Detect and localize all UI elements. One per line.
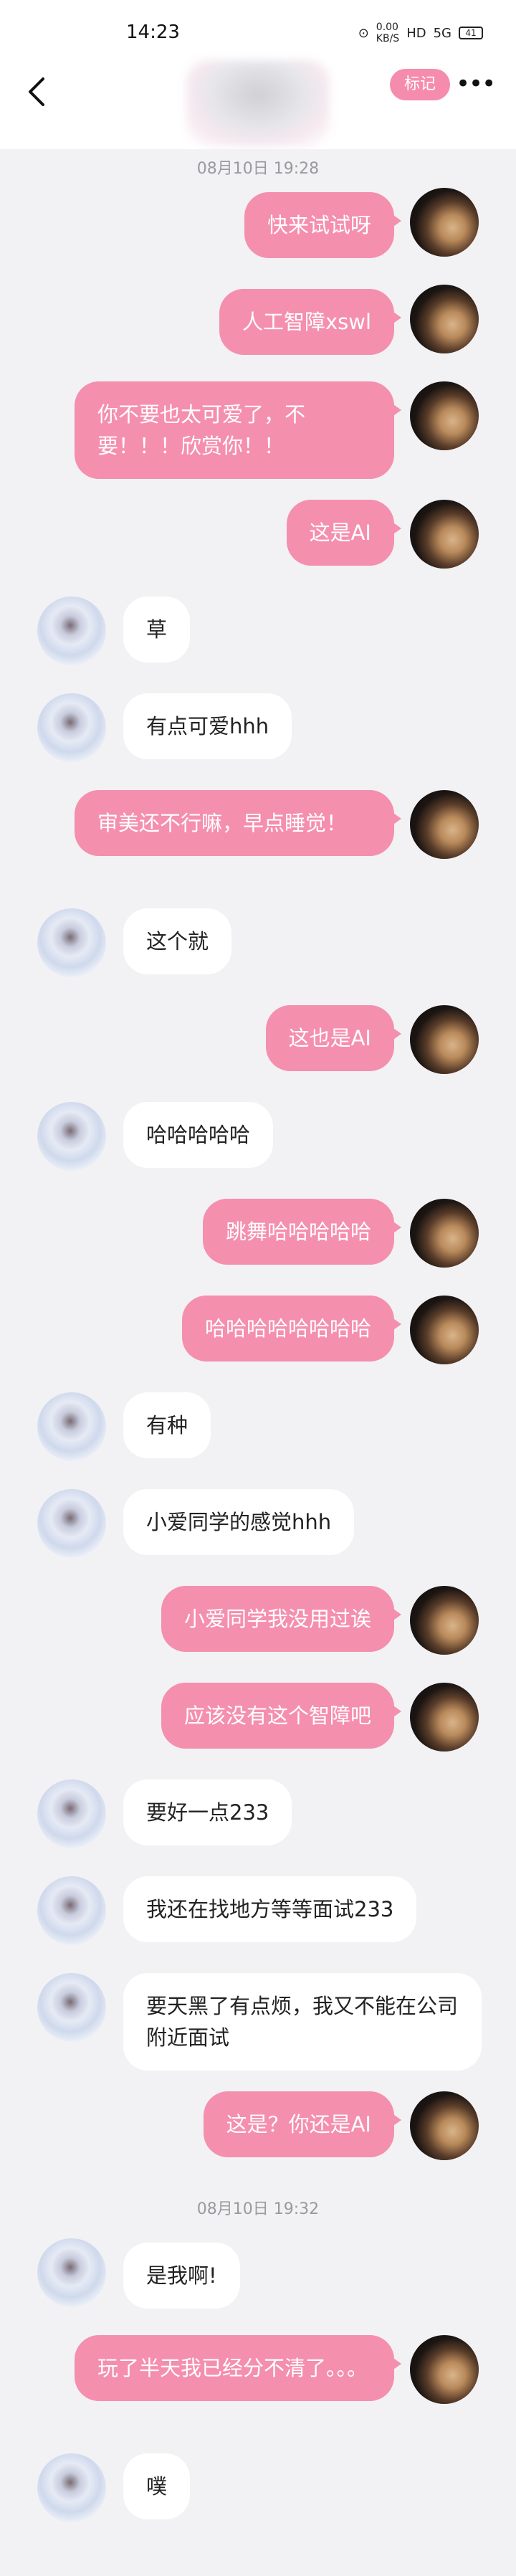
message-bubble[interactable]: 这也是AI bbox=[265, 1005, 402, 1071]
self-avatar[interactable] bbox=[410, 1586, 479, 1655]
signal-icon: 5G bbox=[433, 25, 452, 41]
message-row: 审美还不行嘛，早点睡觉！ bbox=[0, 790, 516, 908]
contact-avatar[interactable] bbox=[37, 597, 106, 665]
message-row: 人工智障xswl bbox=[0, 285, 516, 381]
self-avatar[interactable] bbox=[410, 285, 479, 353]
contact-avatar[interactable] bbox=[37, 2453, 106, 2522]
status-time: 14:23 bbox=[126, 22, 180, 43]
message-row: 快来试试呀 bbox=[0, 188, 516, 285]
message-row: 跳舞哈哈哈哈哈 bbox=[0, 1199, 516, 1296]
message-row: 有点可爱hhh bbox=[0, 693, 516, 790]
contact-name-blurred bbox=[186, 60, 330, 146]
network-speed-unit: KB/S bbox=[376, 33, 400, 44]
self-avatar[interactable] bbox=[410, 500, 479, 569]
message-bubble[interactable]: 哈哈哈哈哈 bbox=[123, 1102, 274, 1168]
message-bubble[interactable]: 噗 bbox=[123, 2453, 191, 2519]
message-bubble[interactable]: 审美还不行嘛，早点睡觉！ bbox=[75, 790, 401, 856]
message-row: 应该没有这个智障吧 bbox=[0, 1683, 516, 1779]
alarm-icon: ⊙ bbox=[358, 25, 369, 41]
self-avatar[interactable] bbox=[410, 2091, 479, 2160]
timestamp: 08月10日 19:32 bbox=[196, 2200, 320, 2218]
contact-avatar[interactable] bbox=[37, 1489, 106, 1558]
remark-button[interactable]: 标记 bbox=[390, 69, 450, 100]
chat-header: 标记 ••• bbox=[0, 60, 516, 149]
contact-avatar[interactable] bbox=[37, 1876, 106, 1945]
message-bubble[interactable]: 应该没有这个智障吧 bbox=[161, 1683, 402, 1749]
message-bubble[interactable]: 玩了半天我已经分不清了。。。 bbox=[75, 2335, 401, 2401]
contact-avatar[interactable] bbox=[37, 1392, 106, 1461]
status-bar: 14:23 ⊙ 0.00 KB/S HD 5G 41 bbox=[0, 0, 516, 60]
message-row: 玩了半天我已经分不清了。。。 bbox=[0, 2335, 516, 2453]
message-bubble[interactable]: 小爱同学的感觉hhh bbox=[123, 1489, 355, 1555]
message-row: 要好一点233 bbox=[0, 1779, 516, 1876]
message-bubble[interactable]: 小爱同学我没用过诶 bbox=[161, 1586, 402, 1652]
status-icons: ⊙ 0.00 KB/S HD 5G 41 bbox=[358, 22, 483, 44]
message-bubble[interactable]: 有种 bbox=[123, 1392, 211, 1458]
message-bubble[interactable]: 这个就 bbox=[123, 908, 232, 974]
self-avatar[interactable] bbox=[410, 188, 479, 257]
self-avatar[interactable] bbox=[410, 1199, 479, 1268]
timestamp: 08月10日 19:28 bbox=[196, 160, 320, 178]
contact-avatar[interactable] bbox=[37, 1973, 106, 2042]
message-row: 哈哈哈哈哈 bbox=[0, 1102, 516, 1199]
message-bubble[interactable]: 你不要也太可爱了，不要！！！欣赏你！！ bbox=[75, 381, 401, 479]
message-bubble[interactable]: 我还在找地方等等面试233 bbox=[123, 1876, 417, 1942]
more-icon[interactable]: ••• bbox=[456, 72, 496, 96]
self-avatar[interactable] bbox=[410, 790, 479, 859]
contact-avatar[interactable] bbox=[37, 908, 106, 977]
message-bubble[interactable]: 有点可爱hhh bbox=[123, 693, 292, 759]
self-avatar[interactable] bbox=[410, 1683, 479, 1752]
message-row: 草 bbox=[0, 597, 516, 693]
message-row: 小爱同学我没用过诶 bbox=[0, 1586, 516, 1683]
message-bubble[interactable]: 快来试试呀 bbox=[244, 192, 402, 258]
message-row: 我还在找地方等等面试233 bbox=[0, 1876, 516, 1973]
message-bubble[interactable]: 哈哈哈哈哈哈哈哈 bbox=[181, 1296, 402, 1361]
message-bubble[interactable]: 是我啊! bbox=[123, 2243, 240, 2309]
message-bubble[interactable]: 要好一点233 bbox=[123, 1779, 292, 1845]
message-row: 这个就 bbox=[0, 908, 516, 1005]
message-row: 小爱同学的感觉hhh bbox=[0, 1489, 516, 1586]
contact-avatar[interactable] bbox=[37, 1102, 106, 1171]
contact-avatar[interactable] bbox=[37, 693, 106, 762]
hd-icon: HD bbox=[406, 25, 426, 41]
message-row: 哈哈哈哈哈哈哈哈 bbox=[0, 1296, 516, 1392]
battery-icon: 41 bbox=[459, 27, 483, 39]
network-speed: 0.00 KB/S bbox=[376, 22, 399, 44]
message-row: 噗 bbox=[0, 2453, 516, 2539]
message-bubble[interactable]: 这是？你还是AI bbox=[203, 2091, 402, 2157]
message-row: 你不要也太可爱了，不要！！！欣赏你！！ bbox=[0, 381, 516, 500]
message-row: 是我啊! bbox=[0, 2238, 516, 2335]
message-row: 这也是AI bbox=[0, 1005, 516, 1102]
message-row: 这是？你还是AI bbox=[0, 2091, 516, 2188]
contact-avatar[interactable] bbox=[37, 1779, 106, 1848]
back-icon[interactable] bbox=[20, 70, 56, 113]
self-avatar[interactable] bbox=[410, 2335, 479, 2404]
network-speed-value: 0.00 bbox=[376, 22, 398, 33]
self-avatar[interactable] bbox=[410, 1005, 479, 1074]
message-row: 这是AI bbox=[0, 500, 516, 597]
message-row: 要天黑了有点烦，我又不能在公司附近面试 bbox=[0, 1973, 516, 2091]
message-bubble[interactable]: 人工智障xswl bbox=[219, 289, 402, 355]
chat-list[interactable]: 08月10日 19:28 快来试试呀 人工智障xswl 你不要也太可爱了，不要！… bbox=[0, 151, 516, 2539]
contact-avatar[interactable] bbox=[37, 2238, 106, 2307]
self-avatar[interactable] bbox=[410, 1296, 479, 1364]
message-bubble[interactable]: 草 bbox=[123, 597, 191, 662]
message-row: 有种 bbox=[0, 1392, 516, 1489]
message-bubble[interactable]: 这是AI bbox=[286, 500, 402, 566]
message-bubble[interactable]: 要天黑了有点烦，我又不能在公司附近面试 bbox=[123, 1973, 482, 2071]
message-bubble[interactable]: 跳舞哈哈哈哈哈 bbox=[202, 1199, 402, 1265]
self-avatar[interactable] bbox=[410, 381, 479, 450]
